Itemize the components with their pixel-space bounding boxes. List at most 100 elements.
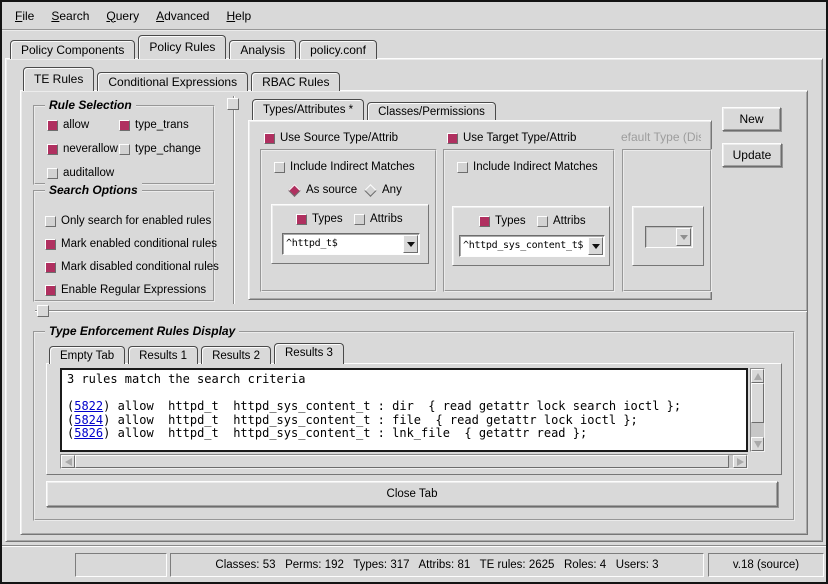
results-horizontal-scrollbar[interactable] (60, 454, 748, 469)
rule-id-link[interactable]: 5822 (74, 399, 103, 413)
radio-as-source[interactable]: As source (290, 184, 357, 196)
scrollbar-thumb[interactable] (75, 455, 729, 468)
checkbox-source-attribs[interactable]: Attribs (354, 213, 403, 225)
checkbox-indicator (45, 216, 56, 227)
tab-empty[interactable]: Empty Tab (49, 346, 125, 364)
radio-label: Any (382, 184, 402, 196)
rule-text: allow httpd_t httpd_sys_content_t : dir … (110, 399, 681, 413)
menu-advanced[interactable]: Advanced (156, 9, 209, 23)
checkbox-label: neverallow (63, 143, 118, 155)
combobox-value: ^httpd_sys_content_t$ (461, 237, 588, 255)
horizontal-sash-handle[interactable] (37, 305, 49, 317)
tab-classes-permissions[interactable]: Classes/Permissions (367, 102, 496, 120)
checkbox-label: Types (495, 215, 526, 227)
tab-policy-rules[interactable]: Policy Rules (138, 35, 226, 59)
tab-policy-components[interactable]: Policy Components (10, 40, 135, 59)
checkbox-indicator (119, 144, 130, 155)
tab-rbac-rules[interactable]: RBAC Rules (251, 72, 340, 91)
checkbox-use-source[interactable]: Use Source Type/Attrib (264, 132, 398, 144)
chevron-down-icon (592, 244, 600, 249)
tab-analysis[interactable]: Analysis (229, 40, 296, 59)
menu-mnemonic: Q (106, 9, 115, 23)
default-type-combobox (645, 226, 693, 248)
checkbox-mark-enabled[interactable]: Mark enabled conditional rules (45, 238, 217, 250)
checkbox-regex[interactable]: Enable Regular Expressions (45, 284, 206, 296)
vertical-sash-handle[interactable] (227, 98, 239, 110)
checkbox-use-target[interactable]: Use Target Type/Attrib (447, 132, 576, 144)
checkbox-target-indirect[interactable]: Include Indirect Matches (457, 161, 598, 173)
checkbox-indicator (45, 262, 56, 273)
results-vertical-scrollbar[interactable] (750, 368, 765, 452)
checkbox-type-trans[interactable]: type_trans (119, 119, 189, 131)
checkbox-label: Mark enabled conditional rules (61, 238, 217, 250)
checkbox-enabled-only[interactable]: Only search for enabled rules (45, 215, 211, 227)
tab-results-1[interactable]: Results 1 (128, 346, 198, 364)
target-frame: Include Indirect Matches Types Attribs ^… (443, 149, 615, 292)
checkbox-auditallow[interactable]: auditallow (47, 167, 114, 179)
vertical-pane-divider[interactable] (233, 96, 235, 304)
combobox-dropdown-button[interactable] (403, 235, 418, 253)
checkbox-label: Attribs (370, 213, 403, 225)
source-type-combobox[interactable]: ^httpd_t$ (282, 233, 420, 255)
checkbox-mark-disabled[interactable]: Mark disabled conditional rules (45, 261, 219, 273)
checkbox-type-change[interactable]: type_change (119, 143, 201, 155)
ta-tabrow: Types/Attributes * Classes/Permissions (252, 99, 499, 120)
target-type-combobox[interactable]: ^httpd_sys_content_t$ (459, 235, 605, 257)
arrow-down-icon (754, 441, 762, 448)
checkbox-source-types[interactable]: Types (296, 213, 343, 225)
checkbox-indicator (447, 133, 458, 144)
scroll-up-button[interactable] (751, 369, 764, 383)
rule-text: allow httpd_t httpd_sys_content_t : file… (110, 413, 637, 427)
scroll-right-button[interactable] (733, 455, 747, 468)
checkbox-indicator (457, 162, 468, 173)
checkbox-label: Enable Regular Expressions (61, 284, 206, 296)
horizontal-pane-divider[interactable] (35, 310, 807, 312)
menu-query[interactable]: Query (106, 9, 139, 23)
te-rule-row: (5822) allow httpd_t httpd_sys_content_t… (67, 400, 746, 414)
checkbox-neverallow[interactable]: neverallow (47, 143, 118, 155)
checkbox-label: Mark disabled conditional rules (61, 261, 219, 273)
checkbox-indicator (354, 214, 365, 225)
te-rule-row: (5824) allow httpd_t httpd_sys_content_t… (67, 414, 746, 428)
tab-results-2[interactable]: Results 2 (201, 346, 271, 364)
statusbar-separator (2, 545, 826, 547)
tab-conditional-expressions[interactable]: Conditional Expressions (97, 72, 248, 91)
combobox-dropdown-button[interactable] (588, 237, 603, 255)
combobox-value (647, 228, 676, 246)
results-text-area[interactable]: 3 rules match the search criteria (5822)… (60, 368, 748, 452)
rule-id-link[interactable]: 5824 (74, 413, 103, 427)
rule-id-link[interactable]: 5826 (74, 426, 103, 440)
checkbox-indicator (47, 144, 58, 155)
group-title: Search Options (45, 183, 142, 197)
default-type-inner-frame (632, 206, 704, 266)
group-title: Rule Selection (45, 98, 136, 112)
close-tab-button[interactable]: Close Tab (46, 481, 778, 507)
default-type-label: efault Type (Disa (621, 130, 701, 144)
radio-any[interactable]: Any (366, 184, 402, 196)
tab-results-3[interactable]: Results 3 (274, 343, 344, 364)
rule-tabrow: TE Rules Conditional Expressions RBAC Ru… (23, 67, 343, 91)
tab-types-attributes[interactable]: Types/Attributes * (252, 99, 364, 120)
checkbox-target-types[interactable]: Types (479, 215, 526, 227)
menubar: File Search Query Advanced Help (2, 2, 826, 31)
menu-search[interactable]: Search (51, 9, 89, 23)
new-button[interactable]: New (722, 107, 781, 131)
scroll-left-button[interactable] (61, 455, 75, 468)
scrollbar-trough[interactable] (751, 423, 764, 437)
menu-file[interactable]: File (15, 9, 34, 23)
scrollbar-thumb[interactable] (751, 383, 764, 423)
checkbox-indicator (479, 216, 490, 227)
update-button[interactable]: Update (722, 143, 782, 167)
target-types-frame: Types Attribs ^httpd_sys_content_t$ (452, 206, 610, 266)
checkbox-target-attribs[interactable]: Attribs (537, 215, 586, 227)
tab-policy-conf[interactable]: policy.conf (299, 40, 377, 59)
checkbox-label: auditallow (63, 167, 114, 179)
scroll-down-button[interactable] (751, 437, 764, 451)
checkbox-source-indirect[interactable]: Include Indirect Matches (274, 161, 415, 173)
checkbox-allow[interactable]: allow (47, 119, 89, 131)
rule-text: allow httpd_t httpd_sys_content_t : lnk_… (110, 426, 587, 440)
checkbox-label: Use Target Type/Attrib (463, 132, 576, 144)
chevron-down-icon (407, 242, 415, 247)
tab-te-rules[interactable]: TE Rules (23, 67, 94, 91)
menu-help[interactable]: Help (226, 9, 251, 23)
